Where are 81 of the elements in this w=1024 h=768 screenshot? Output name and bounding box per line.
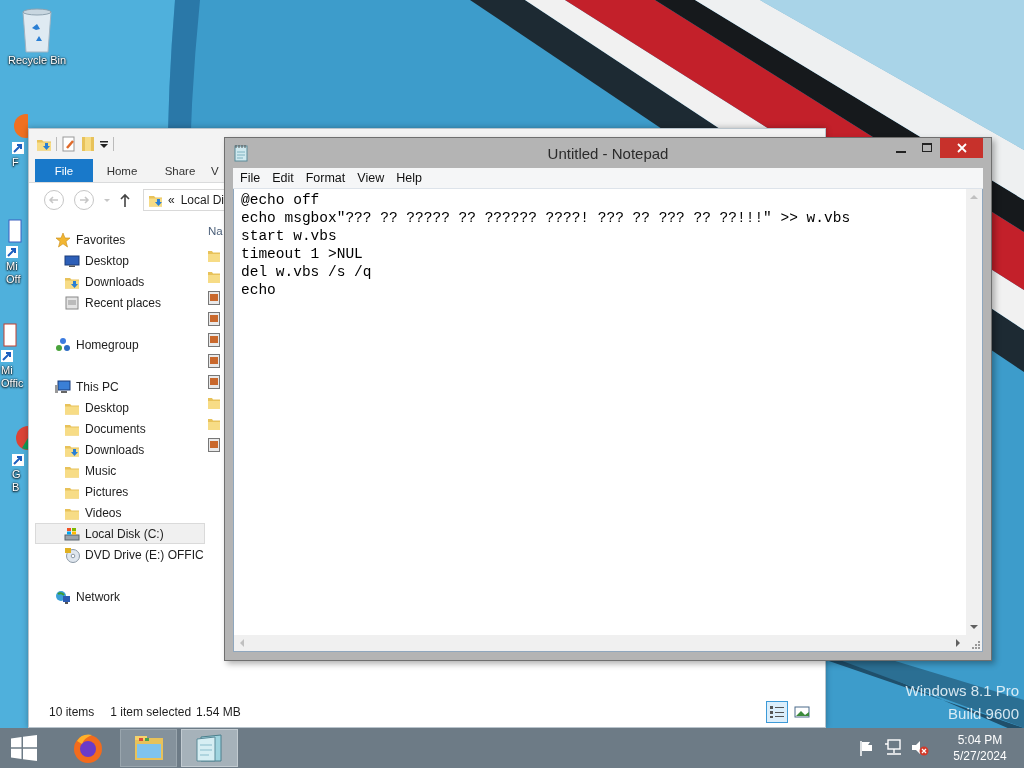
- nav-item[interactable]: This PC: [35, 376, 205, 397]
- clock-date: 5/27/2024: [953, 748, 1007, 764]
- menu-item[interactable]: Format: [299, 171, 352, 185]
- clock[interactable]: 5:04 PM 5/27/2024: [950, 732, 1010, 764]
- ribbon-tab[interactable]: Share: [151, 159, 209, 182]
- flag-icon[interactable]: [859, 740, 875, 756]
- file-icon: [208, 354, 220, 368]
- icon-label: Mi Off: [6, 260, 22, 286]
- nav-item[interactable]: Downloads: [35, 271, 205, 292]
- icon-label: F: [12, 156, 19, 169]
- file-icon: [208, 438, 220, 452]
- icon-label: Recycle Bin: [7, 54, 67, 67]
- breadcrumb-chevron[interactable]: «: [167, 193, 175, 207]
- properties-icon[interactable]: [61, 136, 77, 152]
- nav-item[interactable]: Desktop: [35, 397, 205, 418]
- nav-item[interactable]: Homegroup: [35, 334, 205, 355]
- nav-item[interactable]: Recent places: [35, 292, 205, 313]
- nav-item[interactable]: Favorites: [35, 229, 205, 250]
- file-icon: [208, 291, 220, 305]
- up-arrow-icon[interactable]: [119, 192, 131, 208]
- nav-item[interactable]: Pictures: [35, 481, 205, 502]
- shortcut-icon: [6, 216, 22, 260]
- breadcrumb-item[interactable]: Local Di: [180, 193, 224, 207]
- address-bar[interactable]: « Local Di: [143, 189, 224, 211]
- selection-info: 1 item selected: [110, 705, 192, 719]
- file-icon: [208, 333, 220, 347]
- menu-item[interactable]: Edit: [266, 171, 300, 185]
- nav-item[interactable]: Videos: [35, 502, 205, 523]
- vertical-scrollbar[interactable]: [966, 189, 982, 635]
- notepad-icon: [233, 144, 249, 162]
- window-title: Untitled - Notepad: [547, 144, 669, 162]
- firefox-icon: [71, 732, 104, 764]
- windows-logo-icon: [11, 735, 37, 761]
- menu-item[interactable]: File: [234, 171, 267, 185]
- item-count: 10 items: [49, 705, 95, 719]
- taskbar-app-button[interactable]: [181, 729, 238, 767]
- network-icon: [55, 588, 71, 605]
- os-watermark: Windows 8.1 Pro: [905, 682, 1019, 699]
- network-icon[interactable]: [884, 739, 902, 757]
- close-button[interactable]: [940, 138, 983, 158]
- clock-time: 5:04 PM: [957, 732, 1003, 748]
- nav-item[interactable]: Desktop: [35, 250, 205, 271]
- folder-icon: [132, 734, 165, 762]
- notepad-icon: [194, 733, 225, 763]
- ribbon-tab[interactable]: V: [211, 159, 219, 182]
- ribbon-tab[interactable]: Home: [93, 159, 151, 182]
- computer-icon: [55, 378, 71, 395]
- menu-item[interactable]: View: [351, 171, 391, 185]
- details-view-button[interactable]: [766, 701, 788, 723]
- nav-item[interactable]: DVD Drive (E:) OFFIC: [35, 544, 205, 565]
- details-view-icon: [769, 705, 785, 719]
- folder-icon: [208, 417, 220, 431]
- drive-icon: [64, 525, 80, 542]
- nav-item[interactable]: Music: [35, 460, 205, 481]
- monitor-icon: [64, 252, 80, 269]
- picture-icon: [794, 705, 810, 719]
- recent-places-icon: [64, 294, 80, 311]
- file-icon: [208, 312, 220, 326]
- folder-icon: [208, 249, 220, 263]
- selection-size: 1.54 MB: [196, 705, 241, 719]
- homegroup-icon: [55, 336, 71, 353]
- nav-item[interactable]: Network: [35, 586, 205, 607]
- disc-icon: [64, 546, 80, 563]
- star-icon: [55, 231, 71, 248]
- file-icon: [208, 375, 220, 389]
- shortcut-icon: [1, 320, 17, 364]
- nav-item[interactable]: Local Disk (C:): [35, 523, 205, 544]
- horizontal-scrollbar[interactable]: [234, 635, 966, 651]
- icon-label: Mi Offic: [1, 364, 25, 390]
- icon-label: G B: [12, 468, 22, 494]
- column-header[interactable]: Na: [208, 225, 223, 242]
- close-icon: [956, 143, 967, 153]
- maximize-icon: [922, 143, 932, 153]
- nav-item[interactable]: Downloads: [35, 439, 205, 460]
- os-watermark: Build 9600: [948, 705, 1019, 722]
- menu-item[interactable]: Help: [390, 171, 428, 185]
- folder-icon: [208, 270, 220, 284]
- file-menu-button[interactable]: File: [35, 159, 93, 182]
- nav-item[interactable]: Documents: [35, 418, 205, 439]
- speaker-muted-icon[interactable]: [911, 739, 929, 757]
- folder-icon: [208, 396, 220, 410]
